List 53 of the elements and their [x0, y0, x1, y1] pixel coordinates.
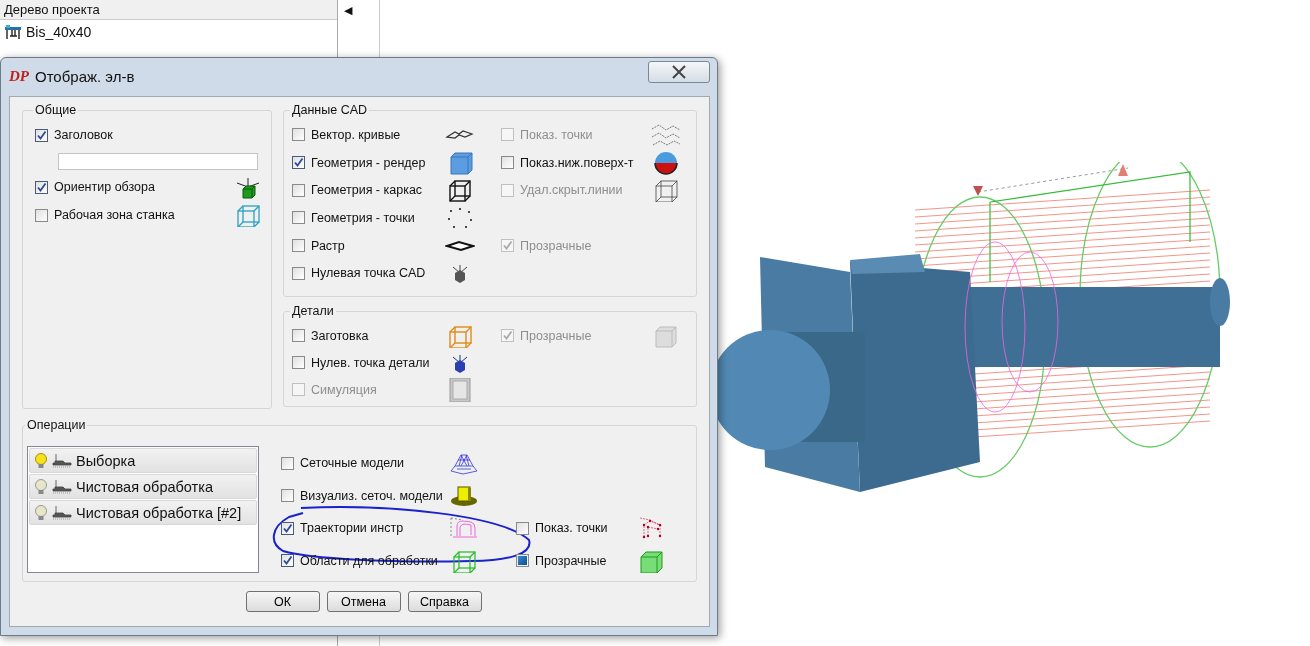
- dots-icon: [445, 205, 475, 230]
- checkbox[interactable]: Геометрия - рендер: [292, 155, 445, 170]
- block-icon: [449, 483, 479, 508]
- checkbox[interactable]: Показ. точки: [516, 521, 636, 536]
- checkbox[interactable]: Траектории инстр: [281, 521, 449, 536]
- dialog-button[interactable]: ОК: [245, 591, 320, 612]
- checkbox[interactable]: Прозрачные: [516, 553, 636, 568]
- checkbox[interactable]: Геометрия - точки: [292, 210, 445, 225]
- indeterminate-icon: [518, 556, 527, 566]
- group-title: Общие: [34, 103, 78, 117]
- dialog-button[interactable]: Отмена: [326, 591, 401, 612]
- machining-icon: [52, 478, 72, 495]
- operation-item[interactable]: Чистовая обработка: [29, 474, 257, 499]
- point-cloud-icon: [651, 122, 681, 147]
- checkbox[interactable]: Заготовка: [292, 328, 445, 343]
- checkbox[interactable]: Растр: [292, 238, 445, 253]
- panel-title: Дерево проекта: [0, 0, 337, 20]
- checkbox[interactable]: Вектор. кривые: [292, 127, 445, 142]
- checkbox[interactable]: Показ.ниж.поверх-т: [501, 155, 651, 170]
- sphere-icon: [651, 150, 681, 175]
- checkbox[interactable]: Сеточные модели: [281, 456, 449, 471]
- machining-icon: [52, 452, 72, 469]
- group-title: Данные CAD: [291, 103, 369, 117]
- checkbox[interactable]: Визуализ. сеточ. модели: [281, 488, 449, 503]
- checkbox[interactable]: Геометрия - каркас: [292, 183, 445, 198]
- checkmark-icon: [282, 555, 293, 567]
- checkmark-icon: [36, 129, 47, 141]
- checkmark-icon: [36, 181, 47, 193]
- checkmark-icon: [293, 157, 304, 169]
- close-button[interactable]: [648, 61, 710, 83]
- text-field[interactable]: [58, 152, 258, 170]
- dialog-button[interactable]: Справка: [407, 591, 482, 612]
- checkbox[interactable]: Нулев. точка детали: [292, 355, 445, 370]
- operation-item[interactable]: Чистовая обработка [#2]: [29, 500, 257, 525]
- toolpath-icon: [449, 516, 479, 541]
- checkmark-icon: [502, 240, 513, 252]
- collapse-glyph[interactable]: ◀: [344, 4, 352, 16]
- checkbox[interactable]: Рабочая зона станка: [35, 208, 175, 222]
- checkmark-icon: [282, 522, 293, 534]
- checkmark-icon: [502, 330, 513, 341]
- checkbox[interactable]: Ориентир обзора: [35, 180, 155, 194]
- group-title: Детали: [291, 304, 335, 318]
- close-icon: [671, 65, 687, 79]
- checkbox[interactable]: Нулевая точка CAD: [292, 266, 445, 281]
- operation-item[interactable]: Выборка: [29, 448, 257, 473]
- app-logo: DP: [9, 67, 29, 85]
- machine-icon: [4, 24, 22, 40]
- dialog-title: Отображ. эл-в: [35, 67, 135, 85]
- mesh-icon: [449, 451, 479, 476]
- machining-icon: [52, 504, 72, 521]
- checkbox[interactable]: Заголовок: [35, 128, 113, 142]
- group-title: Операции: [26, 418, 87, 432]
- tree-item-label[interactable]: Bis_40x40: [26, 24, 92, 40]
